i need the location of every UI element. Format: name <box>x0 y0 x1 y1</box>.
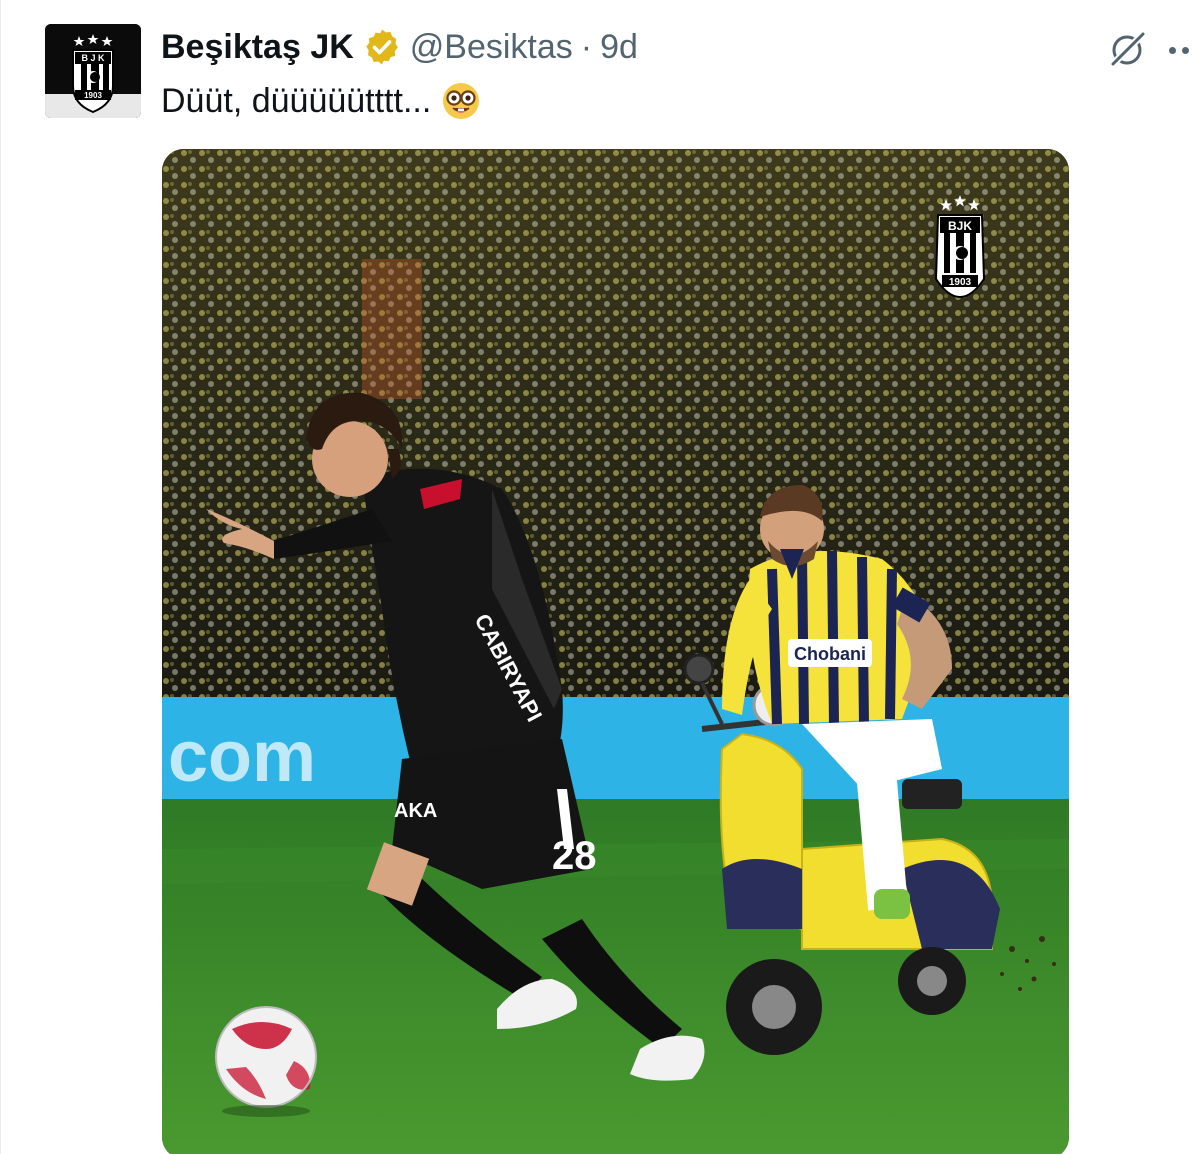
grok-button[interactable] <box>1101 24 1153 76</box>
tweet-media[interactable]: com BJK 1903 Chobani CABIRYAPI 28 AKA <box>162 149 1069 1154</box>
sponsor-away: Chobani <box>794 644 866 664</box>
display-name[interactable]: Beşiktaş JK <box>161 26 354 68</box>
player-number: 28 <box>552 834 597 878</box>
svg-text:1903: 1903 <box>84 91 102 100</box>
tweet-text-content: Düüt, düüüüütttt... <box>161 82 432 120</box>
more-dots-icon <box>1169 46 1176 54</box>
nerd-face-emoji <box>443 83 480 119</box>
shorts-text: AKA <box>394 800 437 822</box>
timestamp[interactable]: 9d <box>600 26 638 68</box>
more-button[interactable] <box>1169 30 1200 70</box>
bjk-crest-icon: B J K 1903 <box>45 24 141 118</box>
verified-badge-icon[interactable] <box>362 27 402 67</box>
board-text: com <box>168 717 316 797</box>
tweet-text: Düüt, düüüüütttt... <box>161 80 481 122</box>
grok-icon <box>1110 31 1146 67</box>
crest-year: 1903 <box>949 277 972 288</box>
crest-letters: BJK <box>948 219 972 233</box>
media-illustration: com BJK 1903 Chobani CABIRYAPI 28 AKA <box>162 149 1069 1154</box>
avatar[interactable]: B J K 1903 <box>45 24 141 118</box>
tweet-header: Beşiktaş JK @Besiktas · 9d <box>161 26 638 68</box>
handle[interactable]: @Besiktas <box>410 26 573 68</box>
svg-text:B J K: B J K <box>81 53 105 63</box>
separator-dot: · <box>580 28 593 66</box>
tweet[interactable]: B J K 1903 Beşiktaş JK @Besiktas · 9d Dü… <box>0 0 1200 1154</box>
